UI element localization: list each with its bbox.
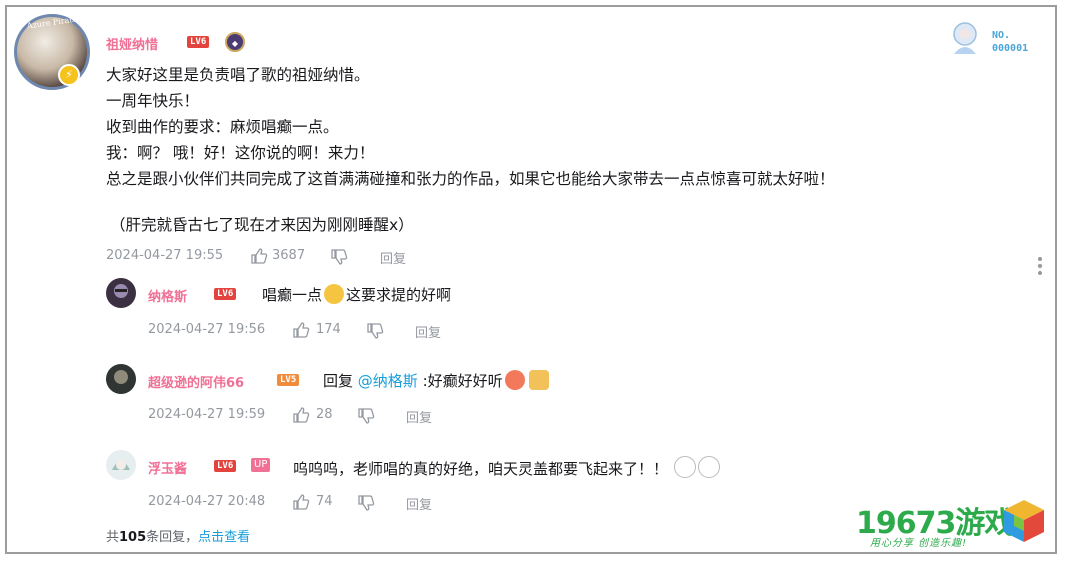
crying-emoji-icon [674, 456, 697, 478]
reply-2-like-count: 28 [316, 407, 333, 422]
medal-icon: ◆ [225, 32, 245, 52]
reply-2-level-badge: LV5 [277, 374, 300, 386]
fan-card-number: 000001 [992, 43, 1029, 54]
reply-2-text: 回复 @纳格斯 :好癫好好听 [323, 370, 549, 391]
reply-3-date: 2024-04-27 20:48 [148, 494, 266, 509]
reply-3-username[interactable]: 浮玉酱 [148, 458, 187, 477]
main-comment-line-5: 总之是跟小伙伴们共同完成了这首满满碰撞和张力的作品，如果它也能给大家带去一点点惊… [106, 170, 835, 188]
reply-count-footer: 共105条回复，点击查看 [106, 530, 251, 545]
reply-2-avatar[interactable] [106, 364, 136, 394]
reply-3-text: 呜呜呜，老师唱的真的好绝，咱天灵盖都要飞起来了！！ [293, 456, 721, 479]
reply-1-text: 唱癫一点 这要求提的好啊 [262, 284, 452, 304]
cube-logo-icon [1004, 500, 1044, 542]
level-badge: LV6 [187, 36, 210, 48]
reply-1-like-icon[interactable] [292, 321, 310, 339]
reply-3-dislike-icon[interactable] [357, 494, 375, 512]
reply-3-level-badge: LV6 [214, 460, 237, 472]
reply-1-like-count: 174 [316, 322, 341, 337]
reply-2-username[interactable]: 超级逊的阿伟66 [148, 372, 244, 391]
main-comment-line-6: （肝完就昏古七了现在才来因为刚刚睡醒x） [110, 216, 414, 234]
like-count: 3687 [272, 248, 306, 263]
like-icon[interactable] [250, 247, 268, 265]
reply-2-dislike-icon[interactable] [357, 407, 375, 425]
reply-2-like-icon[interactable] [292, 406, 310, 424]
reply-1-reply-button[interactable]: 回复 [415, 322, 441, 341]
reply-3-like-icon[interactable] [292, 493, 310, 511]
more-options-icon[interactable] [1036, 256, 1044, 276]
reply-3-avatar[interactable] [106, 450, 136, 480]
reply-1-username[interactable]: 纳格斯 [148, 286, 187, 305]
watermark: 19673游戏 用心分享 创造乐趣! [842, 492, 1052, 552]
verified-bolt-icon: ⚡ [58, 64, 80, 86]
fan-card-label: NO. [992, 30, 1011, 41]
reply-1-date: 2024-04-27 19:56 [148, 322, 266, 337]
reply-3-like-count: 74 [316, 494, 333, 509]
watermark-subtitle: 用心分享 创造乐趣! [870, 538, 968, 549]
main-comment-line-2: 一周年快乐！ [106, 92, 200, 110]
fan-card-avatar-icon [953, 22, 977, 54]
reply-1-level-badge: LV6 [214, 288, 237, 300]
reply-1-avatar[interactable] [106, 278, 136, 308]
main-comment-line-4: 我：啊？ 哦！好！这你说的啊！来力！ [106, 144, 375, 162]
mention-link[interactable]: @纳格斯 [358, 372, 418, 390]
reply-1-dislike-icon[interactable] [366, 322, 384, 340]
up-badge: UP [251, 458, 271, 472]
reply-2-date: 2024-04-27 19:59 [148, 407, 266, 422]
main-username[interactable]: 祖娅纳惜 [106, 34, 158, 53]
love-emoji-icon [504, 370, 525, 390]
reply-2-reply-button[interactable]: 回复 [406, 407, 432, 426]
main-comment-date: 2024-04-27 19:55 [106, 248, 224, 263]
cat-emoji-icon [528, 370, 549, 390]
reply-button[interactable]: 回复 [380, 248, 406, 267]
main-comment-line-1: 大家好这里是负责唱了歌的祖娅纳惜。 [106, 66, 370, 84]
crying-emoji-icon-2 [698, 456, 721, 478]
dislike-icon[interactable] [330, 248, 348, 266]
view-replies-link[interactable]: 点击查看 [198, 530, 250, 545]
reply-3-reply-button[interactable]: 回复 [406, 494, 432, 513]
laughing-emoji-icon [324, 284, 345, 304]
main-comment-line-3: 收到曲作的要求：麻烦唱癫一点。 [106, 118, 339, 136]
